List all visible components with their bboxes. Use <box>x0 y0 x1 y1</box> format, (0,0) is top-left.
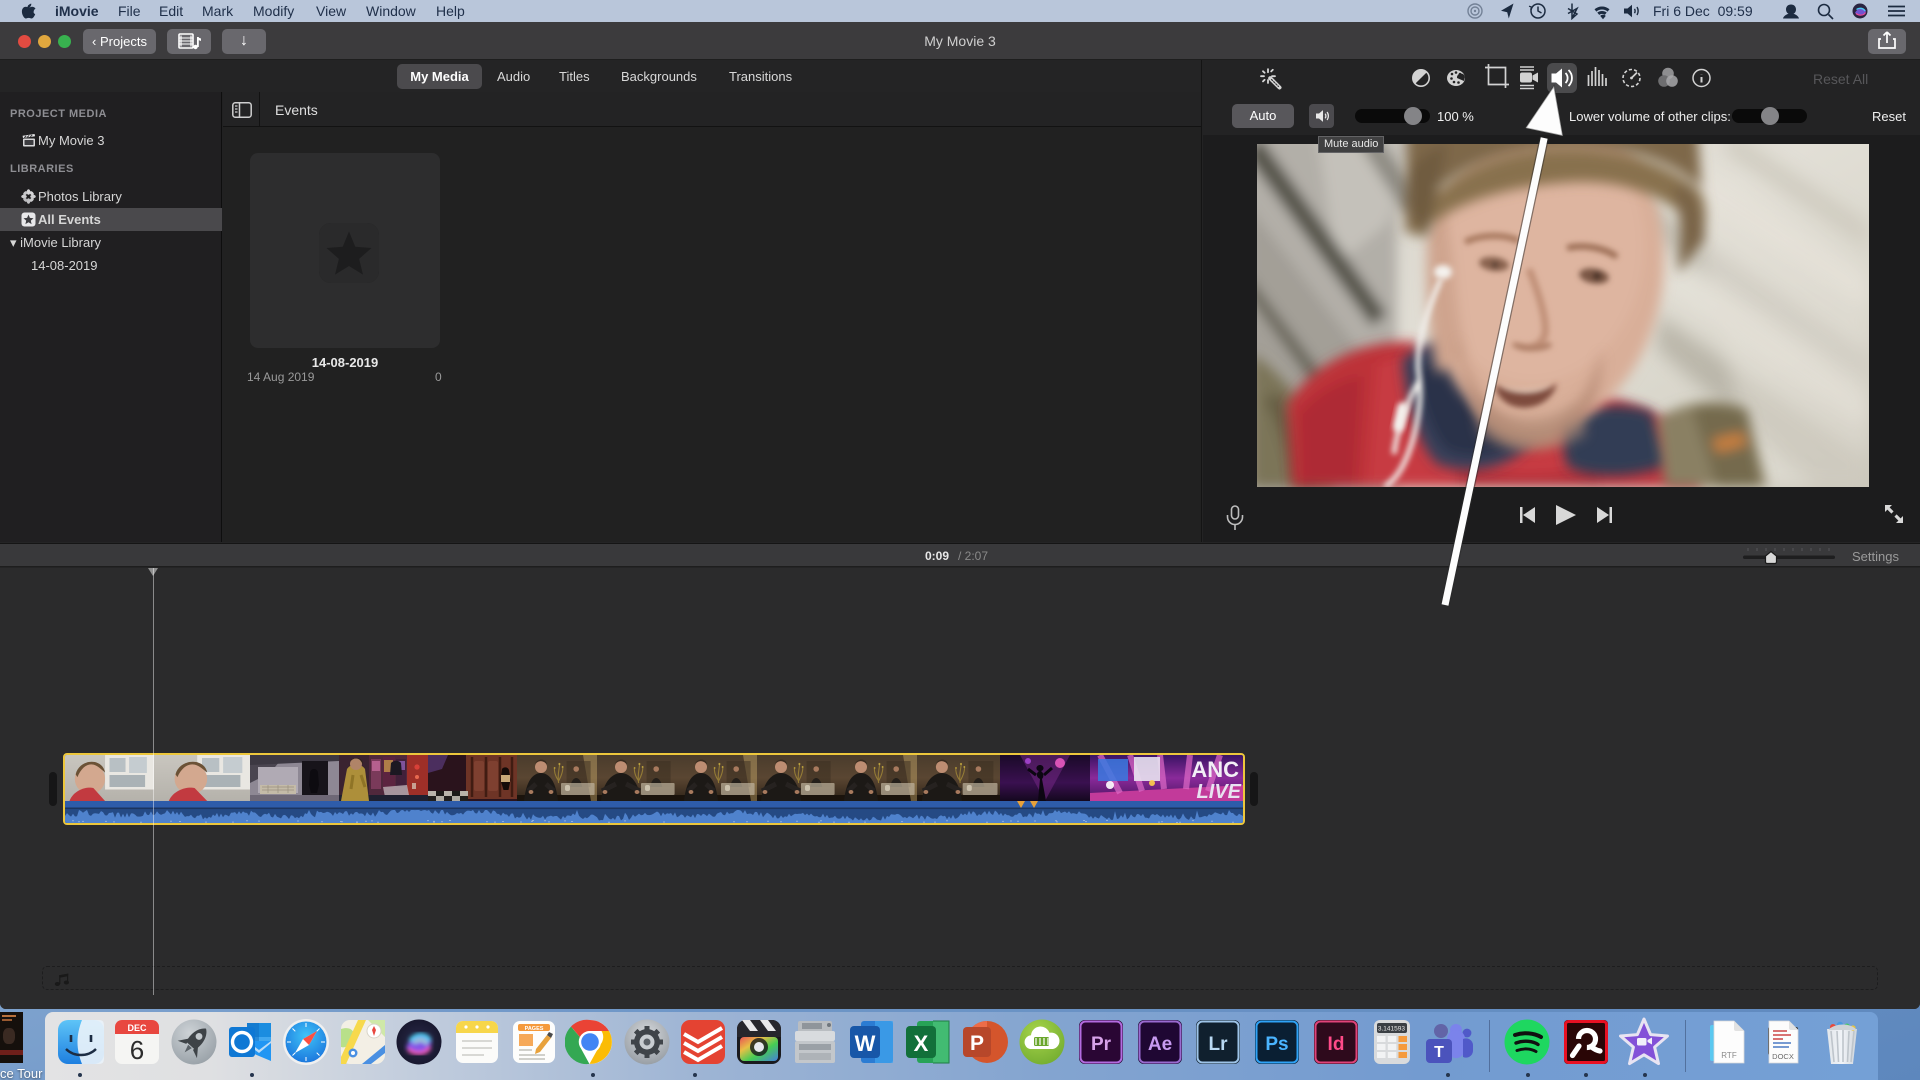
svg-text:LIVE: LIVE <box>1197 781 1242 803</box>
svg-text:RTF: RTF <box>1721 1051 1737 1060</box>
svg-text:P: P <box>970 1032 984 1055</box>
svg-text:3.141593: 3.141593 <box>1378 1026 1405 1033</box>
svg-text:X: X <box>914 1031 929 1056</box>
svg-text:W: W <box>855 1031 876 1056</box>
svg-text:Lr: Lr <box>1209 1034 1229 1055</box>
svg-text:ANC: ANC <box>1191 757 1239 782</box>
svg-text:PAGES: PAGES <box>525 1026 544 1032</box>
svg-text:6: 6 <box>130 1035 144 1065</box>
svg-text:Ae: Ae <box>1148 1034 1172 1055</box>
svg-text:DOCX: DOCX <box>1772 1052 1794 1061</box>
svg-text:T: T <box>1434 1044 1444 1061</box>
svg-text:Pr: Pr <box>1091 1034 1112 1055</box>
svg-text:DEC: DEC <box>127 1023 147 1033</box>
svg-text:Ps: Ps <box>1265 1034 1288 1055</box>
svg-text:Id: Id <box>1328 1034 1345 1055</box>
